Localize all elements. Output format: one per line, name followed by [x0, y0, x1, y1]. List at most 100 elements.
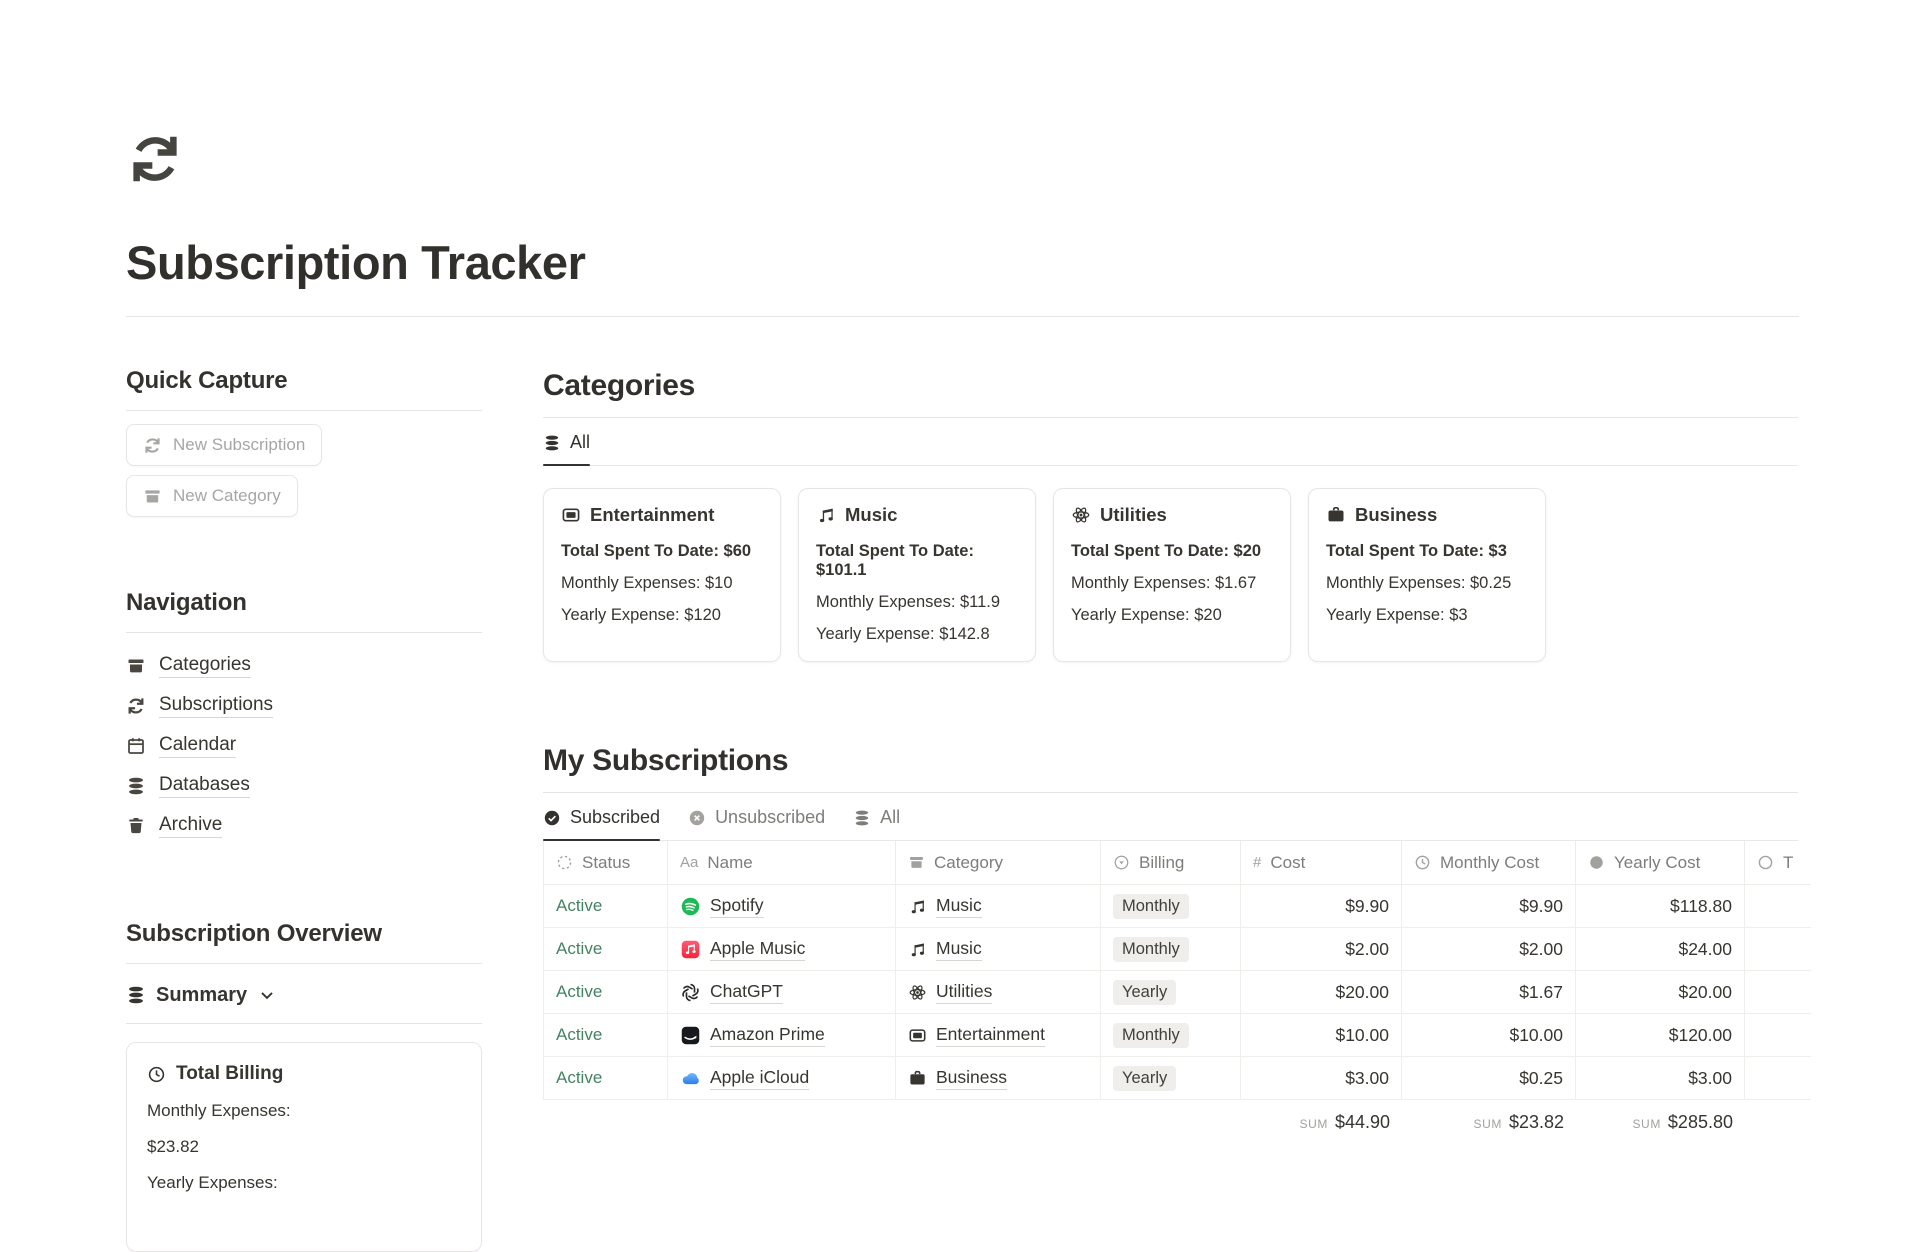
tab-all-categories[interactable]: All	[543, 418, 590, 465]
billing-cell[interactable]: Monthly	[1101, 1014, 1241, 1057]
tab-subscribed[interactable]: Subscribed	[543, 793, 660, 840]
name-cell[interactable]: Apple Music	[668, 928, 896, 971]
cost-cell[interactable]: $2.00	[1241, 928, 1402, 971]
sidebar-item-databases[interactable]: Databases	[126, 766, 482, 806]
category-cell[interactable]: Business	[896, 1057, 1101, 1100]
yearly-cost-cell[interactable]: $3.00	[1576, 1057, 1745, 1100]
column-header-name[interactable]: Aa Name	[668, 841, 896, 885]
billing-cell[interactable]: Monthly	[1101, 885, 1241, 928]
my-subscriptions-heading: My Subscriptions	[543, 744, 1811, 778]
column-header-category[interactable]: Category	[896, 841, 1101, 885]
sidebar-item-archive[interactable]: Archive	[126, 806, 482, 846]
tab-all-subscriptions[interactable]: All	[853, 793, 900, 840]
subscription-page-link[interactable]: Spotify	[710, 895, 764, 918]
new-category-button[interactable]: New Category	[126, 475, 298, 517]
status-badge: Active	[556, 939, 602, 959]
monthly-cost-cell[interactable]: $1.67	[1402, 971, 1576, 1014]
column-label: Yearly Cost	[1614, 853, 1700, 873]
column-label: Category	[934, 853, 1003, 873]
column-header-status[interactable]: Status	[543, 841, 668, 885]
yearly-cost-cell[interactable]: $20.00	[1576, 971, 1745, 1014]
column-header-billing[interactable]: Billing	[1101, 841, 1241, 885]
trash-icon	[126, 816, 146, 836]
column-header-yearly-cost[interactable]: Yearly Cost	[1576, 841, 1745, 885]
yearly-cost-cell[interactable]: $120.00	[1576, 1014, 1745, 1057]
status-cell[interactable]: Active	[543, 1057, 668, 1100]
subscription-page-link[interactable]: Amazon Prime	[710, 1024, 825, 1047]
nav-link-label[interactable]: Categories	[159, 654, 251, 678]
status-badge: Active	[556, 1068, 602, 1088]
billing-cell[interactable]: Yearly	[1101, 1057, 1241, 1100]
truncated-cell[interactable]	[1745, 971, 1811, 1014]
truncated-cell[interactable]	[1745, 928, 1811, 971]
yearly-expense-stat: Yearly Expense: $142.8	[816, 625, 1018, 644]
total-billing-card[interactable]: Total Billing Monthly Expenses: $23.82 Y…	[126, 1042, 482, 1252]
music-note-icon	[908, 940, 927, 959]
name-cell[interactable]: Amazon Prime	[668, 1014, 896, 1057]
monthly-cost-cell[interactable]: $2.00	[1402, 928, 1576, 971]
yearly-cost-cell[interactable]: $118.80	[1576, 885, 1745, 928]
tab-unsubscribed[interactable]: Unsubscribed	[688, 793, 825, 840]
cost-cell[interactable]: $20.00	[1241, 971, 1402, 1014]
status-cell[interactable]: Active	[543, 971, 668, 1014]
category-relation-link[interactable]: Entertainment	[936, 1024, 1045, 1047]
category-card-entertainment[interactable]: Entertainment Total Spent To Date: $60 M…	[543, 488, 781, 662]
truncated-cell[interactable]	[1745, 1057, 1811, 1100]
status-cell[interactable]: Active	[543, 1014, 668, 1057]
section-divider	[126, 1023, 482, 1024]
truncated-cell[interactable]	[1745, 885, 1811, 928]
column-header-monthly-cost[interactable]: Monthly Cost	[1402, 841, 1576, 885]
clock-icon	[1414, 854, 1431, 871]
monthly-cost-sum[interactable]: SUM $23.82	[1402, 1100, 1576, 1142]
billing-cell[interactable]: Yearly	[1101, 971, 1241, 1014]
status-cell[interactable]: Active	[543, 885, 668, 928]
cost-cell[interactable]: $9.90	[1241, 885, 1402, 928]
monthly-cost-cell[interactable]: $9.90	[1402, 885, 1576, 928]
cost-cell[interactable]: $10.00	[1241, 1014, 1402, 1057]
billing-tag: Yearly	[1113, 1066, 1176, 1091]
category-card-music[interactable]: Music Total Spent To Date: $101.1 Monthl…	[798, 488, 1036, 662]
category-card-business[interactable]: Business Total Spent To Date: $3 Monthly…	[1308, 488, 1546, 662]
category-cell[interactable]: Utilities	[896, 971, 1101, 1014]
nav-link-label[interactable]: Calendar	[159, 734, 236, 758]
cost-sum[interactable]: SUM $44.90	[1241, 1100, 1402, 1142]
category-card-utilities[interactable]: Utilities Total Spent To Date: $20 Month…	[1053, 488, 1291, 662]
monthly-cost-cell[interactable]: $10.00	[1402, 1014, 1576, 1057]
nav-link-label[interactable]: Subscriptions	[159, 694, 273, 718]
subscription-page-link[interactable]: ChatGPT	[710, 981, 783, 1004]
sum-value: $44.90	[1335, 1112, 1390, 1133]
category-cell[interactable]: Music	[896, 928, 1101, 971]
name-cell[interactable]: ChatGPT	[668, 971, 896, 1014]
cost-cell[interactable]: $3.00	[1241, 1057, 1402, 1100]
sidebar-item-subscriptions[interactable]: Subscriptions	[126, 686, 482, 726]
summary-view-toggle[interactable]: Summary	[126, 981, 482, 1009]
nav-link-label[interactable]: Archive	[159, 814, 222, 838]
subscription-page-link[interactable]: Apple iCloud	[710, 1067, 809, 1090]
monthly-cost-cell[interactable]: $0.25	[1402, 1057, 1576, 1100]
category-relation-link[interactable]: Music	[936, 938, 982, 961]
column-header-cost[interactable]: # Cost	[1241, 841, 1402, 885]
sidebar-item-categories[interactable]: Categories	[126, 646, 482, 686]
category-relation-link[interactable]: Utilities	[936, 981, 992, 1004]
refresh-icon[interactable]	[126, 130, 184, 188]
billing-tag: Monthly	[1113, 1023, 1189, 1048]
category-relation-link[interactable]: Music	[936, 895, 982, 918]
calendar-icon	[126, 736, 146, 756]
yearly-cost-sum[interactable]: SUM $285.80	[1576, 1100, 1745, 1142]
category-cell[interactable]: Music	[896, 885, 1101, 928]
sum-label: SUM	[1473, 1117, 1501, 1131]
category-cell[interactable]: Entertainment	[896, 1014, 1101, 1057]
name-cell[interactable]: Apple iCloud	[668, 1057, 896, 1100]
billing-cell[interactable]: Monthly	[1101, 928, 1241, 971]
subscription-page-link[interactable]: Apple Music	[710, 938, 805, 961]
nav-link-label[interactable]: Databases	[159, 774, 250, 798]
column-header-truncated[interactable]: T	[1745, 841, 1811, 885]
category-relation-link[interactable]: Business	[936, 1067, 1007, 1090]
new-subscription-button[interactable]: New Subscription	[126, 424, 322, 466]
table-row: Active Spotify Music Monthly $9.90 $9.90…	[543, 885, 1811, 928]
name-cell[interactable]: Spotify	[668, 885, 896, 928]
yearly-cost-cell[interactable]: $24.00	[1576, 928, 1745, 971]
sidebar-item-calendar[interactable]: Calendar	[126, 726, 482, 766]
truncated-cell[interactable]	[1745, 1014, 1811, 1057]
status-cell[interactable]: Active	[543, 928, 668, 971]
